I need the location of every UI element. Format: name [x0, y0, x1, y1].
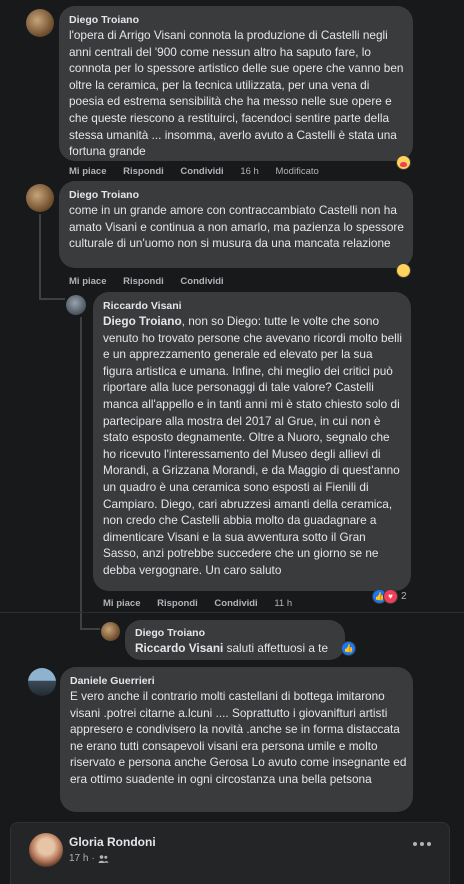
separator-dot: · — [91, 853, 95, 864]
reply-link[interactable]: Rispondi — [123, 166, 164, 177]
mention-link[interactable]: Riccardo Visani — [135, 641, 223, 655]
comment-bubble: Diego Troiano Riccardo Visani saluti aff… — [125, 620, 345, 660]
comment-text: come in un grande amore con contraccambi… — [69, 203, 404, 251]
like-link[interactable]: Mi piace — [103, 598, 141, 609]
thread-line — [39, 298, 65, 300]
reaction-summary[interactable]: 👍 ♥ 2 — [372, 588, 407, 604]
divider — [0, 612, 464, 613]
reply-link[interactable]: Rispondi — [123, 276, 164, 287]
edited-label: Modificato — [275, 166, 319, 177]
avatar-diego-troiano[interactable] — [101, 622, 120, 641]
like-reaction-icon[interactable]: 👍 — [341, 641, 356, 656]
reaction-count: 2 — [401, 590, 407, 602]
sad-reaction-icon[interactable] — [396, 263, 411, 278]
comment-body: , non so Diego: tutte le volte che sono … — [103, 314, 403, 577]
comment-author[interactable]: Daniele Guerrieri — [70, 674, 155, 688]
mention-link[interactable]: Diego Troiano — [103, 314, 182, 328]
share-link[interactable]: Condividi — [214, 598, 257, 609]
thread-line — [80, 317, 82, 629]
comment-text: l'opera di Arrigo Visani connota la prod… — [69, 28, 404, 159]
love-reaction-icon: ♥ — [383, 588, 398, 604]
avatar-diego-troiano[interactable] — [26, 9, 54, 37]
post-meta: 17 h · — [69, 853, 109, 864]
share-link[interactable]: Condividi — [180, 166, 223, 177]
comment-bubble: Diego Troiano come in un grande amore co… — [59, 181, 413, 268]
comment-actions: Mi piace Rispondi Condividi 11 h — [103, 598, 306, 609]
post-card: Gloria Rondoni 17 h · — [10, 822, 450, 884]
avatar-gloria-rondoni[interactable] — [29, 833, 63, 867]
thread-line — [80, 628, 100, 630]
comment-author[interactable]: Diego Troiano — [135, 626, 205, 640]
comment-body: saluti affettuosi a te — [223, 641, 329, 655]
avatar-daniele-guerrieri[interactable] — [28, 668, 56, 696]
comment-actions: Mi piace Rispondi Condividi — [69, 276, 238, 287]
share-link[interactable]: Condividi — [180, 276, 223, 287]
comment-text: E vero anche il contrario molti castella… — [70, 689, 407, 786]
friends-icon — [98, 854, 109, 863]
like-link[interactable]: Mi piace — [69, 276, 107, 287]
comment-timestamp[interactable]: 11 h — [274, 598, 292, 609]
comment-bubble: Diego Troiano l'opera di Arrigo Visani c… — [59, 6, 413, 161]
comment-author[interactable]: Riccardo Visani — [103, 299, 182, 313]
reply-link[interactable]: Rispondi — [157, 598, 198, 609]
more-dots-icon[interactable] — [413, 841, 431, 847]
comment-bubble: Riccardo Visani Diego Troiano, non so Di… — [93, 292, 411, 591]
avatar-riccardo-visani[interactable] — [66, 295, 86, 315]
post-author[interactable]: Gloria Rondoni — [69, 835, 156, 849]
thread-line — [39, 214, 41, 300]
post-timestamp[interactable]: 17 h — [69, 853, 88, 864]
comment-text: Riccardo Visani saluti affettuosi a te — [135, 640, 328, 657]
like-link[interactable]: Mi piace — [69, 166, 107, 177]
comment-author[interactable]: Diego Troiano — [69, 188, 139, 202]
comment-actions: Mi piace Rispondi Condividi 16 h Modific… — [69, 166, 333, 177]
comment-author[interactable]: Diego Troiano — [69, 13, 139, 27]
care-reaction-icon[interactable] — [396, 155, 411, 170]
comment-bubble: Daniele Guerrieri E vero anche il contra… — [60, 667, 413, 812]
comment-text: Diego Troiano, non so Diego: tutte le vo… — [103, 313, 405, 579]
avatar-diego-troiano[interactable] — [26, 184, 54, 212]
comment-timestamp[interactable]: 16 h — [240, 166, 259, 177]
